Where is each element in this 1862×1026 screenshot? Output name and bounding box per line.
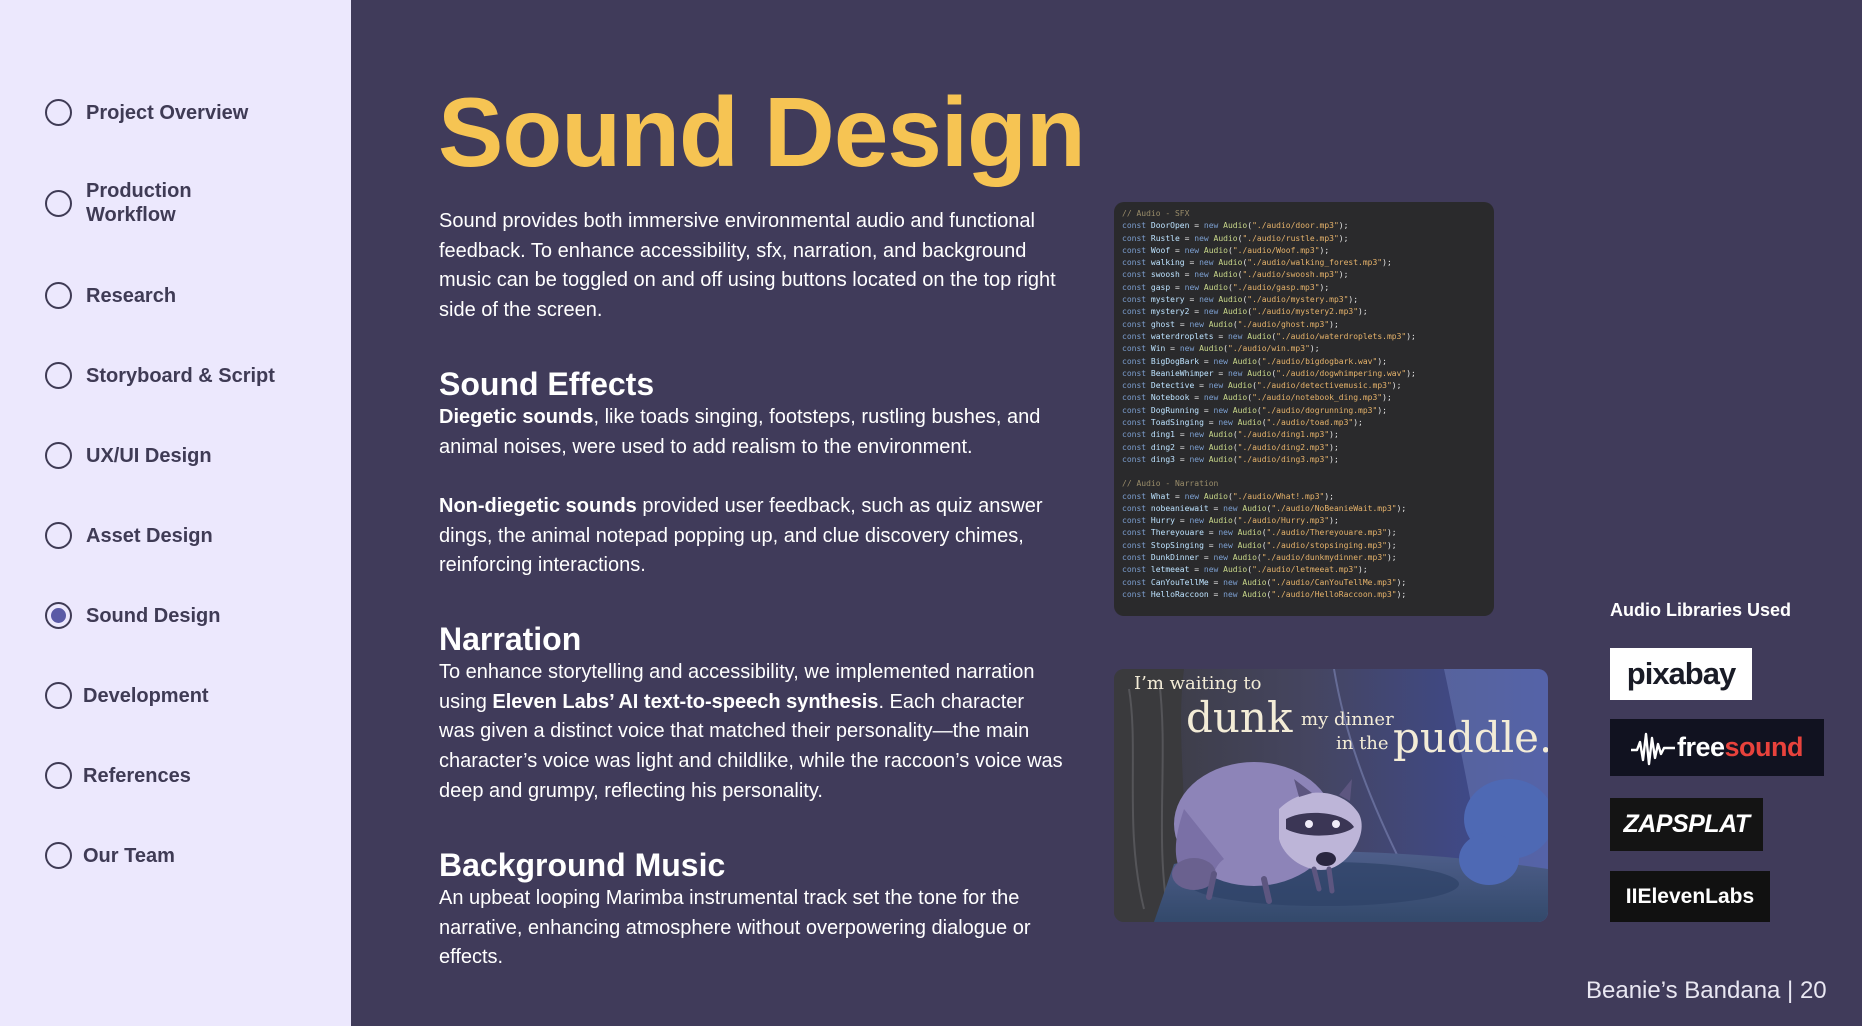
- illustration-word-puddle: puddle.: [1393, 713, 1548, 762]
- code-line: const walking = new Audio("./audio/walki…: [1122, 258, 1392, 268]
- radio-icon: [45, 282, 72, 309]
- code-line: const waterdroplets = new Audio("./audio…: [1122, 331, 1416, 341]
- code-comment-narration: // Audio - Narration: [1122, 479, 1219, 489]
- sidebar-item-label: Research: [86, 284, 177, 307]
- sidebar-item-label: Production Workflow: [86, 180, 192, 226]
- pixabay-logo: pixabay: [1610, 648, 1752, 700]
- radio-icon: [45, 842, 72, 869]
- code-line: const ding2 = new Audio("./audio/ding2.m…: [1122, 442, 1339, 452]
- sidebar-item-project-overview[interactable]: Project Overview: [45, 99, 286, 126]
- elevenlabs-logo: IIElevenLabs: [1610, 871, 1770, 922]
- sidebar-item-research[interactable]: Research: [45, 282, 286, 309]
- narration-text-bold: Eleven Labs’ AI text-to-speech synthesis: [492, 690, 879, 713]
- code-line: const Thereyouare = new Audio("./audio/T…: [1122, 528, 1397, 538]
- code-line: const BigDogBark = new Audio("./audio/bi…: [1122, 356, 1387, 366]
- code-line: const What = new Audio("./audio/What!.mp…: [1122, 491, 1334, 501]
- code-comment-sfx: // Audio - SFX: [1122, 209, 1190, 218]
- code-line: const DoorOpen = new Audio("./audio/door…: [1122, 221, 1349, 231]
- nondiegetic-paragraph: Non-diegetic sounds provided user feedba…: [439, 492, 1064, 581]
- narration-paragraph: To enhance storytelling and accessibilit…: [439, 658, 1064, 807]
- radio-icon: [45, 189, 72, 217]
- raccoon-illustration: I’m waiting to dunk my dinner in the pud…: [1114, 669, 1548, 922]
- soundwave-icon: [1630, 732, 1675, 765]
- nondiegetic-term: Non-diegetic sounds: [439, 495, 637, 517]
- background-music-paragraph: An upbeat looping Marimba instrumental t…: [439, 887, 1031, 969]
- sidebar-item-asset-design[interactable]: Asset Design: [45, 522, 286, 549]
- code-line: const gasp = new Audio("./audio/gasp.mp3…: [1122, 282, 1330, 292]
- sidebar-item-sound-design[interactable]: Sound Design: [45, 602, 286, 629]
- code-line: const Woof = new Audio("./audio/Woof.mp3…: [1122, 245, 1330, 255]
- freesound-sound-text: sound: [1724, 732, 1804, 762]
- sidebar-item-label: Sound Design: [86, 604, 221, 627]
- freesound-logo: free sound: [1610, 719, 1824, 776]
- illustration-word-dunk: dunk: [1186, 693, 1293, 742]
- code-line: const Notebook = new Audio("./audio/note…: [1122, 393, 1392, 403]
- diegetic-term: Diegetic sounds: [439, 406, 594, 428]
- radio-selected-icon: [45, 602, 72, 629]
- sidebar-item-label: Project Overview: [86, 101, 249, 124]
- illustration-word-inthe: in the: [1336, 733, 1389, 754]
- illustration-line1: I’m waiting to: [1134, 673, 1262, 694]
- sidebar-item-ux-ui-design[interactable]: UX/UI Design: [45, 442, 286, 469]
- code-line: const nobeaniewait = new Audio("./audio/…: [1122, 503, 1407, 513]
- code-line: const ghost = new Audio("./audio/ghost.m…: [1122, 319, 1339, 329]
- sidebar-item-label: Asset Design: [86, 524, 213, 547]
- code-line: const HelloRaccoon = new Audio("./audio/…: [1122, 589, 1407, 599]
- code-line: const CanYouTellMe = new Audio("./audio/…: [1122, 577, 1407, 587]
- code-line: const swoosh = new Audio("./audio/swoosh…: [1122, 270, 1349, 280]
- sidebar-item-our-team[interactable]: Our Team: [45, 842, 283, 869]
- sidebar-item-label: Our Team: [83, 844, 175, 867]
- sidebar-item-storyboard-script[interactable]: Storyboard & Script: [45, 362, 286, 389]
- radio-icon: [45, 442, 72, 469]
- sidebar-item-label: UX/UI Design: [86, 444, 212, 467]
- code-line: const StopSinging = new Audio("./audio/s…: [1122, 540, 1397, 550]
- radio-icon: [45, 762, 72, 789]
- freesound-free-text: free: [1676, 732, 1725, 762]
- page-title: Sound Design: [438, 77, 1086, 187]
- illustration-word-mydinner: my dinner: [1301, 709, 1394, 730]
- radio-icon: [45, 99, 72, 126]
- code-line: const DogRunning = new Audio("./audio/do…: [1122, 405, 1387, 415]
- code-line: const BeanieWhimper = new Audio("./audio…: [1122, 368, 1416, 378]
- code-line: const Rustle = new Audio("./audio/rustle…: [1122, 233, 1349, 243]
- code-line: const ToadSinging = new Audio("./audio/t…: [1122, 418, 1363, 428]
- sidebar-item-label: References: [83, 764, 191, 787]
- raccoon-artwork: [1114, 669, 1548, 922]
- audio-libraries-title: Audio Libraries Used: [1610, 600, 1792, 620]
- footer-page-label: Beanie’s Bandana | 20: [1586, 977, 1827, 1004]
- sidebar-item-development[interactable]: Development: [45, 682, 283, 709]
- sidebar-item-references[interactable]: References: [45, 762, 283, 789]
- radio-icon: [45, 522, 72, 549]
- background-music-heading: Background Music: [439, 847, 726, 883]
- audio-code-snippet: // Audio - SFX const DoorOpen = new Audio…: [1114, 202, 1494, 616]
- narration-heading: Narration: [439, 621, 582, 657]
- zapsplat-logo: ZAPSPLAT: [1610, 798, 1763, 851]
- diegetic-paragraph: Diegetic sounds, like toads singing, foo…: [439, 403, 1064, 462]
- code-line: const Hurry = new Audio("./audio/Hurry.m…: [1122, 516, 1339, 526]
- sidebar-item-label: Development: [83, 684, 209, 707]
- sidebar-item-production-workflow[interactable]: Production Workflow: [45, 179, 216, 227]
- code-line: const Detective = new Audio("./audio/det…: [1122, 381, 1402, 391]
- code-line: const mystery2 = new Audio("./audio/myst…: [1122, 307, 1368, 317]
- sound-effects-heading: Sound Effects: [439, 366, 655, 402]
- intro-paragraph: Sound provides both immersive environmen…: [439, 210, 1056, 322]
- radio-icon: [45, 682, 72, 709]
- sidebar: Project Overview Production Workflow Res…: [0, 0, 351, 1026]
- code-line: const Win = new Audio("./audio/win.mp3")…: [1122, 344, 1320, 354]
- code-line: const ding1 = new Audio("./audio/ding1.m…: [1122, 430, 1339, 440]
- code-line: const letmeeat = new Audio("./audio/letm…: [1122, 565, 1368, 575]
- radio-icon: [45, 362, 72, 389]
- code-line: const mystery = new Audio("./audio/myste…: [1122, 295, 1359, 305]
- code-line: const DunkDinner = new Audio("./audio/du…: [1122, 553, 1397, 563]
- sidebar-item-label: Storyboard & Script: [86, 364, 275, 387]
- code-line: const ding3 = new Audio("./audio/ding3.m…: [1122, 454, 1339, 464]
